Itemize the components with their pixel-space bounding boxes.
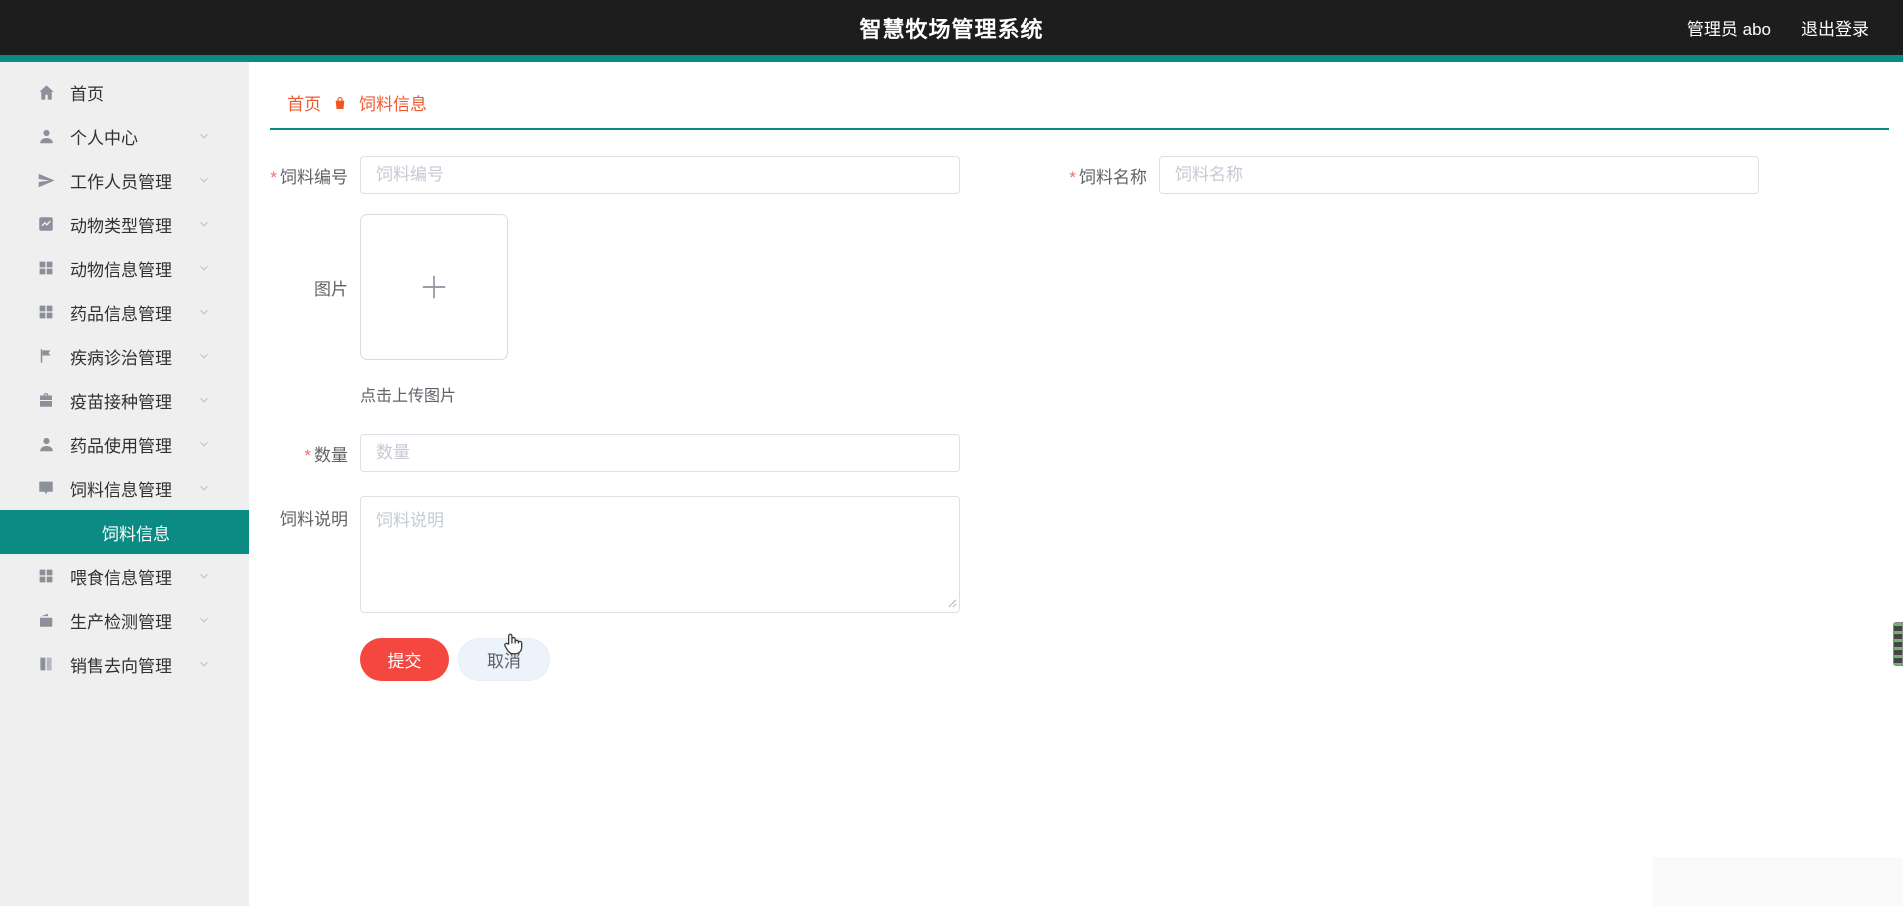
sidebar-subitem-label: 饲料信息 xyxy=(102,524,170,544)
quantity-row: * 数量 xyxy=(249,434,1903,472)
description-textarea[interactable] xyxy=(360,496,960,613)
required-marker: * xyxy=(270,167,277,187)
chevron-down-icon xyxy=(197,217,211,231)
chevron-down-icon xyxy=(197,657,211,671)
chevron-down-icon xyxy=(197,393,211,407)
chevron-down-icon xyxy=(197,437,211,451)
cancel-button[interactable]: 取消 xyxy=(458,638,550,681)
quantity-label: * 数量 xyxy=(304,445,348,465)
chevron-down-icon xyxy=(197,613,211,627)
top-header: 智慧牧场管理系统 管理员 abo 退出登录 xyxy=(0,0,1903,55)
feed-form: *饲料编号 *饲料名称 图片 点击上传图片 xyxy=(249,156,1903,681)
main-content: 首页 饲料信息 *饲料编号 *饲料名称 图片 xyxy=(249,62,1903,906)
image-upload-dropzone[interactable] xyxy=(360,214,508,360)
user-icon xyxy=(36,126,56,146)
send-icon xyxy=(36,170,56,190)
logout-button[interactable]: 退出登录 xyxy=(1801,15,1869,40)
sidebar-item-drug-info-mgmt[interactable]: 药品信息管理 xyxy=(0,290,249,334)
bag-separator-icon xyxy=(332,95,348,111)
required-marker: * xyxy=(304,445,311,465)
sidebar-item-label: 药品使用管理 xyxy=(70,436,172,456)
sidebar-item-label: 饲料信息管理 xyxy=(70,480,172,500)
book-icon xyxy=(36,654,56,674)
sidebar-item-label: 药品信息管理 xyxy=(70,304,172,324)
sidebar-item-label: 个人中心 xyxy=(70,128,138,148)
sidebar-item-personal-center[interactable]: 个人中心 xyxy=(0,114,249,158)
breadcrumb-divider xyxy=(270,128,1889,130)
sidebar-item-sales-mgmt[interactable]: 销售去向管理 xyxy=(0,642,249,686)
sidebar-item-label: 生产检测管理 xyxy=(70,612,172,632)
image-upload-row: 图片 xyxy=(249,214,1903,360)
sidebar-item-production-test-mgmt[interactable]: 生产检测管理 xyxy=(0,598,249,642)
feed-name-input[interactable] xyxy=(1159,156,1759,194)
form-actions: 提交 取消 xyxy=(360,638,1903,681)
feed-name-group: * 饲料名称 xyxy=(1048,156,1759,194)
sidebar-item-animal-type-mgmt[interactable]: 动物类型管理 xyxy=(0,202,249,246)
chevron-down-icon xyxy=(197,129,211,143)
sidebar-item-vaccine-mgmt[interactable]: 疫苗接种管理 xyxy=(0,378,249,422)
quantity-input[interactable] xyxy=(360,434,960,472)
header-right: 管理员 abo 退出登录 xyxy=(1687,0,1869,55)
sidebar-item-staff-mgmt[interactable]: 工作人员管理 xyxy=(0,158,249,202)
sidebar-item-label: 疾病诊治管理 xyxy=(70,348,172,368)
user-icon xyxy=(36,434,56,454)
wallet-icon xyxy=(36,610,56,630)
sidebar-item-label: 销售去向管理 xyxy=(70,656,172,676)
sidebar-item-feed-info-mgmt[interactable]: 饲料信息管理 xyxy=(0,466,249,510)
briefcase-icon xyxy=(36,390,56,410)
feed-no-input[interactable] xyxy=(360,156,960,194)
accent-bar xyxy=(0,55,1903,62)
form-row-1: *饲料编号 *饲料名称 xyxy=(249,156,1903,194)
sidebar-item-home[interactable]: 首页 xyxy=(0,70,249,114)
description-textarea-wrap xyxy=(360,496,960,613)
scrollbar-handle[interactable] xyxy=(1893,622,1903,666)
chevron-down-icon xyxy=(197,305,211,319)
resize-handle-icon[interactable] xyxy=(946,597,957,608)
sidebar-item-label: 疫苗接种管理 xyxy=(70,392,172,412)
chat-icon xyxy=(36,478,56,498)
required-marker: * xyxy=(1069,167,1076,187)
feed-no-group: * 饲料编号 xyxy=(249,156,960,194)
description-row: 饲料说明 xyxy=(249,496,1903,613)
description-label: 饲料说明 xyxy=(280,510,348,529)
sidebar-item-label: 动物类型管理 xyxy=(70,216,172,236)
chevron-down-icon xyxy=(197,569,211,583)
plus-icon xyxy=(416,269,452,305)
sidebar-item-animal-info-mgmt[interactable]: 动物信息管理 xyxy=(0,246,249,290)
sidebar-item-label: 工作人员管理 xyxy=(70,172,172,192)
submit-button[interactable]: 提交 xyxy=(360,638,449,681)
corner-ghost-panel xyxy=(1652,857,1903,906)
grid-icon xyxy=(36,302,56,322)
grid-icon xyxy=(36,566,56,586)
home-icon xyxy=(36,82,56,102)
chevron-down-icon xyxy=(197,349,211,363)
grid-icon xyxy=(36,258,56,278)
breadcrumb-home[interactable]: 首页 xyxy=(287,90,321,115)
chevron-down-icon xyxy=(197,173,211,187)
chevron-down-icon xyxy=(197,261,211,275)
sidebar-item-label: 喂食信息管理 xyxy=(70,568,172,588)
breadcrumb: 首页 饲料信息 xyxy=(249,62,1903,115)
sidebar-item-feeding-info-mgmt[interactable]: 喂食信息管理 xyxy=(0,554,249,598)
breadcrumb-current[interactable]: 饲料信息 xyxy=(359,90,427,115)
sidebar-subitem-feed-info-active[interactable]: 饲料信息 xyxy=(0,510,249,554)
chart-icon xyxy=(36,214,56,234)
app-title: 智慧牧场管理系统 xyxy=(859,16,1044,42)
feed-no-label: * 饲料编号 xyxy=(270,167,348,187)
upload-hint: 点击上传图片 xyxy=(360,388,457,405)
chevron-down-icon xyxy=(197,481,211,495)
sidebar-item-label: 动物信息管理 xyxy=(70,260,172,280)
sidebar-item-label: 首页 xyxy=(70,84,104,104)
feed-name-label: * 饲料名称 xyxy=(1069,167,1147,187)
sidebar-item-disease-mgmt[interactable]: 疾病诊治管理 xyxy=(0,334,249,378)
sidebar: 首页 个人中心 工作人员管理 动物类型管理 动物信息管理 药品信息管理 疾病诊治… xyxy=(0,62,249,906)
flag-icon xyxy=(36,346,56,366)
image-label: 图片 xyxy=(314,279,348,299)
current-user[interactable]: 管理员 abo xyxy=(1687,15,1771,40)
sidebar-item-drug-usage-mgmt[interactable]: 药品使用管理 xyxy=(0,422,249,466)
